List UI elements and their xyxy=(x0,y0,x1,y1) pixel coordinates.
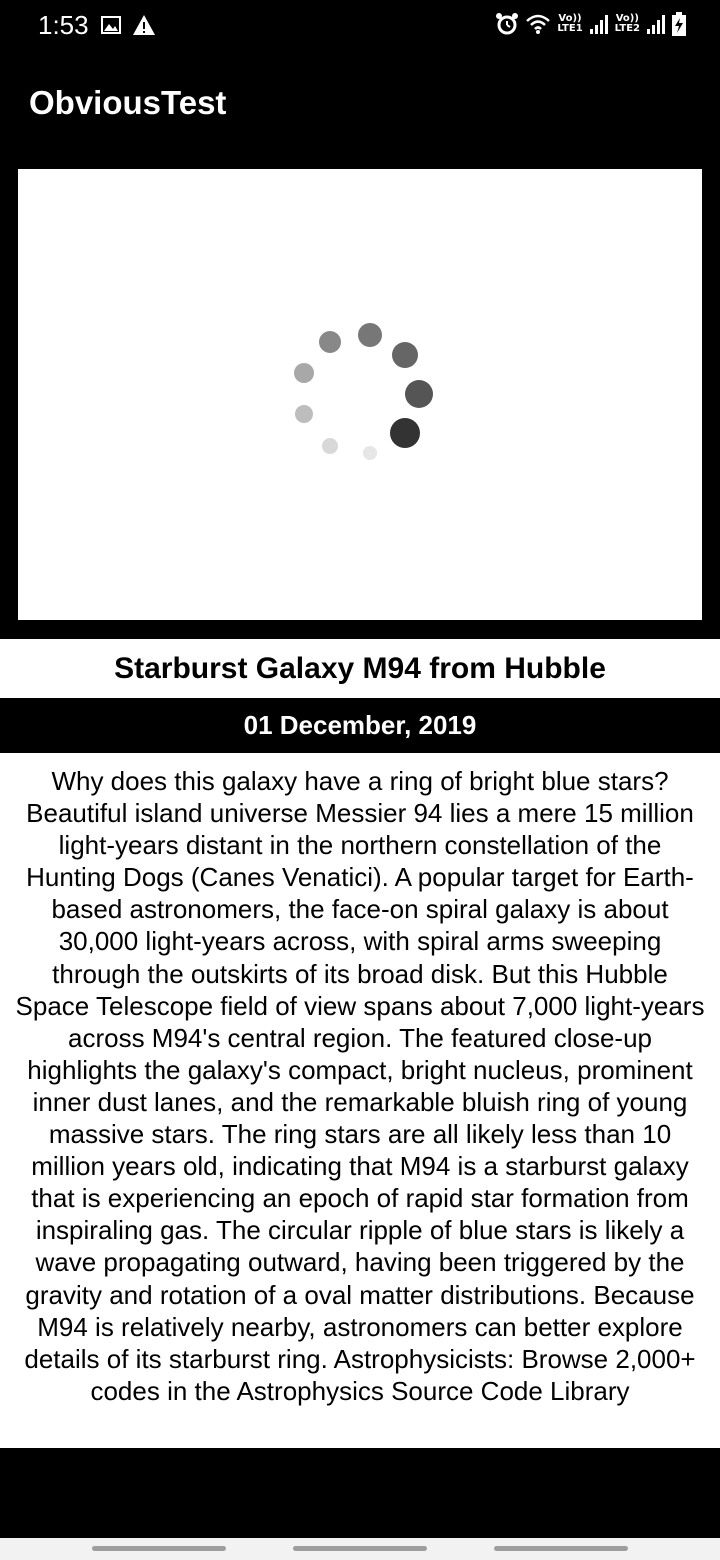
bottom-spacer xyxy=(0,1448,720,1538)
system-navigation-bar xyxy=(0,1538,720,1560)
status-time: 1:53 xyxy=(38,10,89,40)
sim1-network-label: LTE1 xyxy=(557,23,583,34)
article-date: 01 December, 2019 xyxy=(243,710,477,740)
signal-lte2-icon xyxy=(647,15,665,34)
app-bar: ObviousTest xyxy=(0,52,720,156)
nav-recents-handle[interactable] xyxy=(92,1546,226,1551)
image-icon xyxy=(101,16,121,34)
alarm-icon xyxy=(496,13,519,35)
article-description-box[interactable]: Why does this galaxy have a ring of brig… xyxy=(0,753,720,1448)
article-title: Starburst Galaxy M94 from Hubble xyxy=(114,652,606,685)
app-title: ObviousTest xyxy=(29,84,227,121)
battery-charging-icon xyxy=(672,12,686,36)
apod-image-panel xyxy=(18,169,702,620)
nav-home-handle[interactable] xyxy=(293,1546,427,1551)
article-description: Why does this galaxy have a ring of brig… xyxy=(15,766,705,1406)
sim2-lte-label: Vo)) LTE2 xyxy=(615,14,640,34)
wifi-icon xyxy=(526,14,551,34)
article-date-row: 01 December, 2019 xyxy=(0,698,720,753)
loading-spinner-icon xyxy=(294,323,433,460)
sim1-lte-label: Vo)) LTE1 xyxy=(557,14,582,34)
status-bar: 1:53 Vo)) LTE1 Vo)) LTE2 xyxy=(0,0,720,52)
article-title-row: Starburst Galaxy M94 from Hubble xyxy=(0,639,720,698)
sim2-network-label: LTE2 xyxy=(614,23,640,34)
signal-lte1-icon xyxy=(589,15,608,34)
status-right-icons: Vo)) LTE1 Vo)) LTE2 xyxy=(495,12,686,36)
status-left-icons xyxy=(100,14,156,36)
nav-back-handle[interactable] xyxy=(494,1546,628,1551)
warning-icon xyxy=(133,15,155,35)
